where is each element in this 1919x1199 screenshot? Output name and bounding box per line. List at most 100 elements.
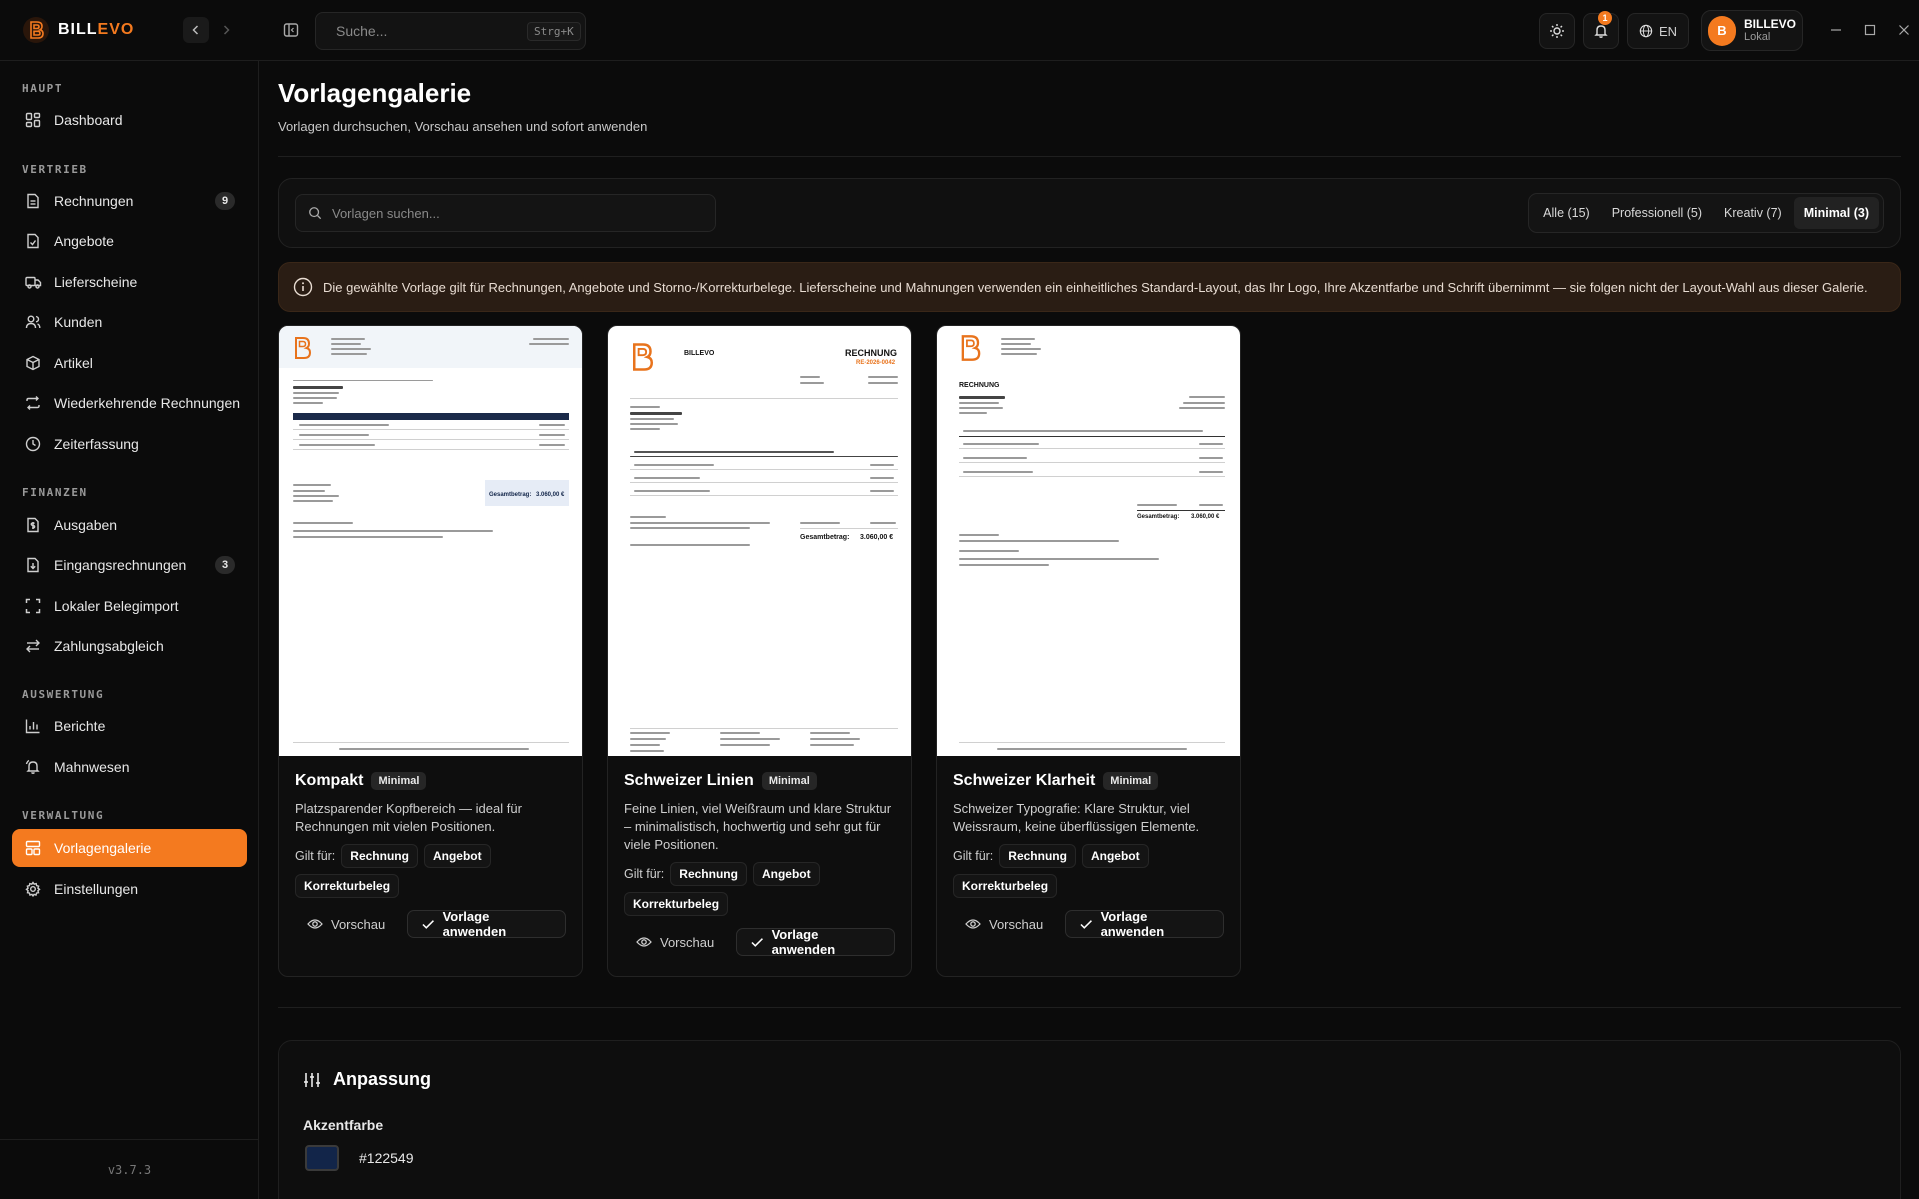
- sidebar-item-dashboard[interactable]: Dashboard: [12, 101, 247, 139]
- language-button[interactable]: EN: [1627, 13, 1689, 49]
- sidebar-item-wiederkehrende-rechnungen[interactable]: Wiederkehrende Rechnungen: [12, 384, 247, 422]
- top-bar: BILLEVO Strg+K 1 EN B BI: [0, 0, 1919, 61]
- notifications-button[interactable]: 1: [1583, 11, 1619, 49]
- preview-button[interactable]: Vorschau: [624, 928, 726, 956]
- forward-button[interactable]: [213, 17, 239, 43]
- accent-color-label: Akzentfarbe: [303, 1117, 384, 1133]
- sidebar-item-zeiterfassung[interactable]: Zeiterfassung: [12, 425, 247, 463]
- total-label: Gesamtbetrag:: [800, 534, 850, 541]
- info-notice: Die gewählte Vorlage gilt für Rechnungen…: [278, 262, 1901, 312]
- category-chip: Minimal: [1103, 772, 1159, 790]
- sidebar-section-finanzen: FINANZEN: [22, 486, 88, 499]
- global-search-input[interactable]: [336, 23, 517, 39]
- applies-tag: Rechnung: [999, 844, 1076, 868]
- filter-kreativ[interactable]: Kreativ (7): [1714, 197, 1792, 229]
- applies-label: Gilt für:: [953, 849, 994, 863]
- sidebar-item-ausgaben[interactable]: Ausgaben: [12, 506, 247, 544]
- template-name: Kompakt: [295, 772, 364, 789]
- sidebar-item-angebote[interactable]: Angebote: [12, 222, 247, 260]
- accent-color-swatch[interactable]: [305, 1145, 339, 1171]
- user-sub: Lokal: [1743, 31, 1771, 43]
- page-title: Vorlagengalerie: [278, 78, 472, 108]
- maximize-button[interactable]: [1860, 20, 1880, 40]
- sidebar-item-eingangsrechnungen[interactable]: Eingangsrechnungen 3: [12, 546, 247, 584]
- bar-chart-icon: [24, 717, 42, 735]
- wallet-icon: [24, 516, 42, 534]
- template-thumbnail[interactable]: RECHNUNG Gesamtbetrag: 3.060,00 €: [937, 326, 1240, 756]
- avatar: B: [1708, 15, 1736, 46]
- invoice-preview: Gesamtbetrag: 3.060,00 €: [279, 326, 582, 756]
- template-search-input[interactable]: [332, 205, 703, 221]
- applies-tag: Korrekturbeleg: [295, 874, 400, 898]
- applies-tag: Angebot: [423, 844, 491, 868]
- toggle-sidebar-button[interactable]: [278, 17, 304, 43]
- layout-icon: [24, 839, 42, 857]
- minimize-icon: [1831, 29, 1841, 31]
- sidebar-item-kunden[interactable]: Kunden: [12, 303, 247, 341]
- preview-button[interactable]: Vorschau: [953, 910, 1055, 938]
- global-search[interactable]: Strg+K: [315, 12, 586, 50]
- check-icon: [1080, 919, 1093, 929]
- sidebar-item-rechnungen[interactable]: Rechnungen 9: [12, 182, 247, 220]
- sidebar-item-lieferscheine[interactable]: Lieferscheine: [12, 263, 247, 301]
- apply-label: Vorlage anwenden: [1100, 909, 1165, 939]
- minimize-button[interactable]: [1826, 20, 1846, 40]
- sliders-icon: [304, 1072, 320, 1087]
- preview-label: Vorschau: [989, 916, 1044, 932]
- applies-label: Gilt für:: [295, 849, 336, 863]
- accent-color-hex[interactable]: #122549: [359, 1150, 414, 1166]
- gear-icon: [24, 880, 42, 898]
- header-band: [279, 326, 582, 368]
- invoice-preview: BILLEVO RECHNUNG RE-2026-0042 Gesamtbetr…: [608, 326, 911, 756]
- main-content: Vorlagengalerie Vorlagen durchsuchen, Vo…: [260, 61, 1919, 1199]
- apply-label: Vorlage anwenden: [771, 927, 836, 957]
- check-icon: [751, 937, 764, 947]
- swap-icon: [24, 637, 42, 655]
- apply-template-button[interactable]: Vorlage anwenden: [736, 927, 895, 957]
- chevron-right-icon: [223, 25, 230, 35]
- user-menu[interactable]: B BILLEVO Lokal: [1701, 10, 1803, 51]
- template-search[interactable]: [295, 194, 716, 232]
- sidebar-item-einstellungen[interactable]: Einstellungen: [12, 870, 247, 908]
- notice-text: Die gewählte Vorlage gilt für Rechnungen…: [323, 279, 1868, 295]
- sidebar-item-berichte[interactable]: Berichte: [12, 707, 247, 745]
- filter-professionell[interactable]: Professionell (5): [1602, 197, 1712, 229]
- brand-name: BILLEVO: [58, 21, 135, 38]
- sidebar-item-label: Kunden: [54, 314, 103, 330]
- thumb-doc-title: RECHNUNG: [959, 382, 1000, 389]
- sidebar-item-zahlungsabgleich[interactable]: Zahlungsabgleich: [12, 627, 247, 665]
- template-thumbnail[interactable]: Gesamtbetrag: 3.060,00 €: [279, 326, 582, 756]
- eye-icon: [965, 919, 981, 929]
- filter-alle[interactable]: Alle (15): [1533, 197, 1600, 229]
- search-icon: [309, 207, 322, 220]
- sidebar-item-label: Angebote: [54, 233, 114, 249]
- sidebar-item-label: Mahnwesen: [54, 759, 130, 775]
- filter-minimal[interactable]: Minimal (3): [1793, 197, 1879, 229]
- apply-template-button[interactable]: Vorlage anwenden: [407, 909, 566, 939]
- scan-icon: [24, 597, 42, 615]
- sidebar-item-vorlagengalerie[interactable]: Vorlagengalerie: [12, 829, 247, 867]
- applies-tag: Angebot: [752, 862, 820, 886]
- sidebar-item-artikel[interactable]: Artikel: [12, 344, 247, 382]
- invoice-preview: RECHNUNG Gesamtbetrag: 3.060,00 €: [937, 326, 1240, 756]
- template-thumbnail[interactable]: BILLEVO RECHNUNG RE-2026-0042 Gesamtbetr…: [608, 326, 911, 756]
- search-shortcut: Strg+K: [527, 21, 581, 41]
- preview-button[interactable]: Vorschau: [295, 910, 397, 938]
- apply-template-button[interactable]: Vorlage anwenden: [1065, 909, 1224, 939]
- clock-icon: [24, 435, 42, 453]
- close-button[interactable]: [1894, 20, 1914, 40]
- sidebar-section-vertrieb: VERTRIEB: [22, 163, 88, 176]
- thumb-doc-title: RECHNUNG: [845, 348, 898, 358]
- theme-toggle-button[interactable]: [1539, 13, 1575, 49]
- page-subtitle: Vorlagen durchsuchen, Vorschau ansehen u…: [278, 119, 648, 134]
- app-logo[interactable]: BILLEVO: [22, 16, 134, 44]
- panel-title: Anpassung: [333, 1069, 432, 1089]
- template-description: Feine Linien, viel Weißraum und klare St…: [624, 801, 892, 852]
- applies-tag: Rechnung: [670, 862, 747, 886]
- applies-tag: Rechnung: [341, 844, 418, 868]
- back-button[interactable]: [183, 17, 209, 43]
- applies-to: Gilt für: Rechnung Angebot Korrekturbele…: [295, 844, 566, 898]
- sidebar-item-mahnwesen[interactable]: Mahnwesen: [12, 748, 247, 786]
- category-chip: Minimal: [761, 772, 817, 790]
- sidebar-item-lokaler-belegimport[interactable]: Lokaler Belegimport: [12, 587, 247, 625]
